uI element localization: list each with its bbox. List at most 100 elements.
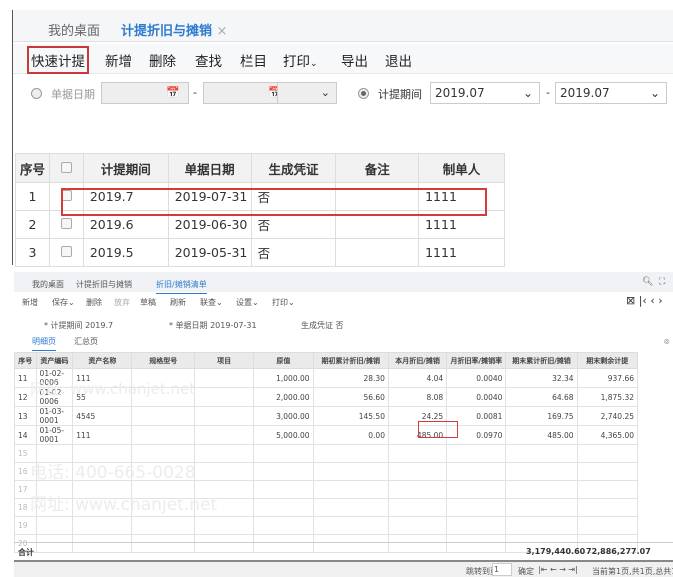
voucher-field: 生成凭证 否 — [301, 320, 344, 331]
empty-row[interactable]: 17 — [14, 480, 639, 499]
empty-row[interactable]: 16 — [14, 462, 639, 481]
period-radio[interactable] — [358, 88, 369, 99]
table-cell: 5,000.00 — [253, 425, 314, 445]
table-cell — [505, 444, 578, 463]
table-cell: 4.04 — [387, 368, 448, 388]
table-cell: 64.68 — [505, 387, 578, 407]
tab-depreciation[interactable]: 计提折旧与摊销 — [76, 279, 132, 290]
table-cell: 8.08 — [387, 387, 448, 407]
row-checkbox[interactable] — [60, 246, 72, 257]
nav-first-icon[interactable]: ⊠ |‹ ‹ › — [626, 294, 663, 307]
table-cell: 12 — [14, 387, 37, 407]
export-button[interactable]: 导出 — [341, 50, 368, 70]
print-label: 打印 — [283, 54, 310, 70]
chevron-down-icon: ⌄ — [522, 86, 533, 100]
page-nav-icons[interactable]: |⇤ ← → ⇥| — [538, 565, 578, 574]
exit-button[interactable]: 退出 — [385, 50, 412, 70]
table-cell: 2,000.00 — [253, 387, 314, 407]
table-cell: 111 — [72, 368, 133, 388]
period-to-select[interactable]: 2019.07 ⌄ — [555, 82, 667, 104]
empty-row[interactable]: 19 — [14, 516, 639, 535]
table-cell — [35, 516, 74, 535]
columns-button[interactable]: 栏目 — [240, 50, 267, 70]
row-checkbox[interactable] — [60, 218, 72, 229]
delete-button[interactable]: 删除 — [149, 50, 176, 70]
total-label: 合计 — [18, 548, 34, 557]
table-cell — [312, 516, 389, 535]
table-cell — [253, 462, 314, 481]
col-maker: 制单人 — [418, 153, 505, 183]
table-cell: 16 — [14, 462, 37, 481]
table-cell — [387, 462, 448, 481]
voucher-label: 生成凭证 — [301, 321, 333, 330]
dash: - — [546, 86, 550, 99]
col-header: 期末累计折旧/摊销 — [505, 352, 578, 369]
confirm-button[interactable]: 确定 — [518, 566, 534, 577]
tab-desktop[interactable]: 我的桌面 — [32, 279, 64, 290]
table-cell — [193, 425, 255, 445]
row-no: 2 — [15, 210, 50, 239]
table-cell — [35, 444, 74, 463]
print-button[interactable]: 打印⌄ — [272, 297, 295, 308]
find-button[interactable]: 查找 — [195, 50, 222, 70]
location-pin-icon[interactable]: ⌾ — [664, 338, 669, 348]
link-query-button[interactable]: 联查⌄ — [200, 297, 223, 308]
row-date: 2019-05-31 — [167, 238, 252, 267]
save-button[interactable]: 保存⌄ — [52, 297, 75, 308]
table-cell — [505, 516, 578, 535]
table-cell: 32.34 — [505, 368, 578, 388]
delete-button[interactable]: 删除 — [86, 297, 102, 308]
empty-row[interactable]: 18 — [14, 498, 639, 517]
table-row[interactable]: 14 01-05-0001 111 5,000.00 0.00 485.00 0.0970 4… — [14, 425, 639, 445]
search-icon[interactable]: 🔍︎ — [642, 277, 653, 287]
table-row[interactable]: 12 01-02-0006 55 2,000.00 56.60 8.08 0.0040 64.… — [14, 387, 639, 407]
quick-accrue-button[interactable]: 快速计提 — [27, 46, 89, 74]
refresh-button[interactable]: 刷新 — [170, 297, 186, 308]
select-all-checkbox[interactable] — [60, 161, 72, 173]
empty-row[interactable]: 15 — [14, 444, 639, 463]
table-cell — [505, 480, 578, 499]
table-row[interactable]: 13 01-03-0001 4545 3,000.00 145.50 24.25 0.008… — [14, 406, 639, 426]
table-cell — [312, 480, 389, 499]
table-cell — [131, 444, 195, 463]
table-row[interactable]: 11 01-02-0006 111 1,000.00 28.30 4.04 0.0040 32… — [14, 368, 639, 388]
table-cell — [446, 498, 507, 517]
doc-date-radio[interactable] — [31, 88, 42, 99]
table-header: 序号 计提期间 单据日期 生成凭证 备注 制单人 — [15, 153, 505, 183]
table-cell: 1,000.00 — [253, 368, 314, 388]
table-cell: 56.60 — [312, 387, 389, 407]
col-select[interactable] — [48, 153, 84, 183]
draft-button[interactable]: 草稿 — [140, 297, 156, 308]
table-cell — [193, 516, 255, 535]
row-highlight — [61, 188, 487, 216]
maximize-icon[interactable]: ⛶ — [659, 277, 665, 287]
table-cell — [72, 516, 133, 535]
discard-button[interactable]: 放弃 — [114, 297, 130, 308]
tab-depreciation[interactable]: 我的桌面计提折旧与摊销 × — [121, 20, 228, 47]
tab-desktop[interactable]: 我的桌面 — [48, 20, 100, 39]
period-from-select[interactable]: 2019.07 ⌄ — [430, 82, 540, 104]
table-cell — [131, 387, 195, 407]
table-row[interactable]: 3 2019.5 2019-05-31 否 1111 — [15, 238, 505, 267]
close-icon[interactable]: × — [217, 24, 228, 39]
table-cell — [72, 462, 133, 481]
add-button[interactable]: 新增 — [22, 297, 38, 308]
doc-date-from-input[interactable]: 📅 — [101, 82, 189, 104]
voucher-value: 否 — [335, 321, 344, 330]
date-range-select[interactable]: ⌄ — [277, 82, 337, 104]
table-cell: 13 — [14, 406, 37, 426]
period-to-value: 2019.07 — [560, 86, 610, 100]
filter-bar: 单据日期 📅 - 📅 ⌄ 计提期间 2019.07 ⌄ - 2019.07 ⌄ — [13, 82, 673, 108]
table-cell — [505, 462, 578, 481]
tab-summary[interactable]: 汇总页 — [74, 336, 98, 347]
table-cell — [193, 444, 255, 463]
add-button[interactable]: 新增 — [105, 50, 132, 70]
table-cell — [387, 480, 448, 499]
tab-detail[interactable]: 明细页 — [32, 336, 56, 351]
print-button[interactable]: 打印⌄ — [283, 50, 318, 70]
page-input[interactable]: 1 — [492, 563, 512, 576]
settings-button[interactable]: 设置⌄ — [236, 297, 259, 308]
table-cell — [35, 462, 74, 481]
table-cell: 55 — [72, 387, 133, 407]
table-cell — [131, 462, 195, 481]
